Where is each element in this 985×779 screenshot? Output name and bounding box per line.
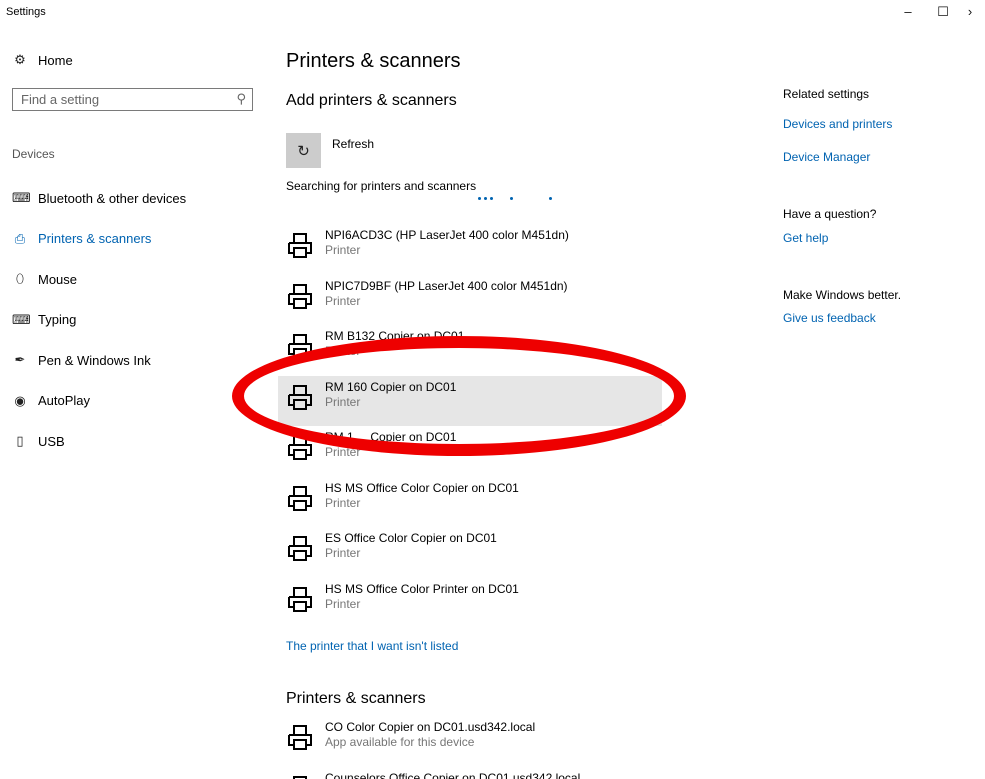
- progress-dots: [478, 197, 568, 207]
- installed-device-item[interactable]: Counselors Office Copier on DC01.usd342.…: [286, 767, 666, 779]
- installed-printers-heading: Printers & scanners: [286, 690, 426, 707]
- device-name: HS MS Office Color Copier on DC01: [325, 480, 519, 495]
- device-name: NPI6ACD3C (HP LaserJet 400 color M451dn): [325, 228, 569, 242]
- device-name: Counselors Office Copier on DC01.usd342.…: [325, 770, 581, 779]
- feedback-heading: Make Windows better.: [783, 288, 902, 302]
- app-title: Settings: [6, 6, 46, 18]
- progress-dot: [478, 197, 481, 200]
- devices-and-printers-link[interactable]: Devices and printers: [783, 117, 892, 131]
- close-button[interactable]: ›: [955, 4, 985, 19]
- printer-icon: [288, 536, 312, 561]
- device-type: Printer: [325, 495, 361, 510]
- device-type: Printer: [325, 293, 361, 308]
- search-placeholder: Find a setting: [21, 92, 100, 107]
- question-heading: Have a question?: [783, 207, 877, 221]
- printer-not-listed-link[interactable]: The printer that I want isn't listed: [286, 639, 458, 653]
- device-item[interactable]: RM 1__ Copier on DC01 Printer: [286, 426, 666, 477]
- sidebar-item-label: Typing: [38, 312, 77, 328]
- get-help-link[interactable]: Get help: [783, 231, 828, 245]
- printer-icon: [288, 435, 312, 460]
- gear-icon: ⚙: [14, 52, 26, 67]
- installed-device-item[interactable]: CO Color Copier on DC01.usd342.local App …: [286, 716, 666, 767]
- device-type: Printer: [325, 344, 361, 358]
- add-printers-heading: Add printers & scanners: [286, 92, 457, 109]
- sidebar-item-label: USB: [38, 433, 65, 449]
- title-bar: Settings – ☐ ›: [0, 0, 985, 30]
- device-name: CO Color Copier on DC01.usd342.local: [325, 720, 536, 734]
- sidebar-item-autoplay[interactable]: ◉ AutoPlay: [12, 381, 252, 422]
- related-settings-heading: Related settings: [783, 87, 870, 101]
- device-manager-link[interactable]: Device Manager: [783, 150, 870, 164]
- printer-icon: [288, 283, 312, 309]
- device-item[interactable]: NPI6ACD3C (HP LaserJet 400 color M451dn)…: [286, 224, 666, 275]
- sidebar-item-pen[interactable]: ✒ Pen & Windows Ink: [12, 340, 252, 381]
- discovered-device-list: NPI6ACD3C (HP LaserJet 400 color M451dn)…: [278, 224, 666, 629]
- device-item-selected[interactable]: RM 160 Copier on DC01 Printer: [278, 375, 662, 426]
- sidebar-item-usb[interactable]: ▯ USB: [12, 421, 252, 462]
- device-item[interactable]: ES Office Color Copier on DC01 Printer: [286, 527, 666, 578]
- usb-icon: ▯: [16, 433, 24, 449]
- device-type: Printer: [325, 243, 361, 257]
- progress-dot: [490, 197, 493, 200]
- device-name: HS MS Office Color Printer on DC01: [325, 581, 519, 596]
- device-type: Printer: [325, 596, 361, 611]
- refresh-icon: ↻: [297, 142, 310, 160]
- printer-icon: [288, 586, 312, 612]
- home-nav-item[interactable]: ⚙ Home: [12, 52, 73, 68]
- nav-list: ⌨ Bluetooth & other devices ⎙ Printers &…: [12, 178, 252, 462]
- sidebar-item-label: Pen & Windows Ink: [38, 352, 151, 368]
- search-icon: ⚲: [236, 91, 246, 106]
- device-item[interactable]: RM B132 Copier on DC01 Printer: [286, 325, 666, 376]
- printer-icon: [288, 334, 312, 359]
- home-label: Home: [38, 52, 73, 68]
- search-input[interactable]: Find a setting ⚲: [12, 88, 253, 111]
- printer-icon: [288, 384, 312, 410]
- printer-icon: [288, 485, 312, 511]
- printer-icon: ⎙: [14, 230, 26, 246]
- device-type: App available for this device: [325, 735, 475, 749]
- mouse-icon: ⬯: [15, 271, 25, 287]
- device-item[interactable]: NPIC7D9BF (HP LaserJet 400 color M451dn)…: [286, 275, 666, 326]
- printer-icon: [293, 775, 307, 779]
- device-name: RM 1__ Copier on DC01: [325, 430, 457, 444]
- keyboard-icon: ⌨: [12, 311, 31, 327]
- progress-dot: [510, 197, 513, 200]
- sidebar-item-printers[interactable]: ⎙ Printers & scanners: [12, 219, 252, 260]
- device-type: Printer: [325, 394, 361, 409]
- refresh-button[interactable]: ↻: [286, 133, 321, 168]
- printer-icon: [288, 725, 312, 750]
- sidebar-item-label: Bluetooth & other devices: [38, 190, 187, 206]
- autoplay-icon: ◉: [14, 392, 26, 408]
- device-type: Printer: [325, 546, 361, 560]
- minimize-button[interactable]: –: [893, 4, 923, 19]
- device-item[interactable]: HS MS Office Color Printer on DC01 Printe…: [286, 578, 666, 629]
- sidebar-item-label: Mouse: [38, 271, 78, 287]
- sidebar-item-typing[interactable]: ⌨ Typing: [12, 300, 252, 341]
- device-name: NPIC7D9BF (HP LaserJet 400 color M451dn): [325, 278, 568, 293]
- progress-dot: [484, 197, 487, 200]
- installed-device-list: CO Color Copier on DC01.usd342.local App …: [286, 716, 666, 779]
- device-name: ES Office Color Copier on DC01: [325, 531, 497, 545]
- printer-icon: [288, 233, 312, 258]
- device-type: Printer: [325, 445, 361, 459]
- device-name: RM 160 Copier on DC01: [325, 379, 457, 394]
- device-name: RM B132 Copier on DC01: [325, 329, 465, 343]
- page-title: Printers & scanners: [286, 50, 461, 72]
- sidebar-item-label: AutoPlay: [38, 393, 91, 409]
- progress-dot: [549, 197, 552, 200]
- refresh-label: Refresh: [332, 137, 375, 151]
- searching-status: Searching for printers and scanners: [286, 179, 477, 193]
- pen-icon: ✒: [14, 352, 26, 368]
- device-item[interactable]: HS MS Office Color Copier on DC01 Printer: [286, 477, 666, 528]
- sidebar-item-mouse[interactable]: ⬯ Mouse: [12, 259, 252, 300]
- give-feedback-link[interactable]: Give us feedback: [783, 311, 876, 325]
- sidebar-item-label: Printers & scanners: [38, 231, 152, 247]
- keyboard-bluetooth-icon: ⌨: [12, 190, 31, 206]
- section-label-devices: Devices: [12, 147, 55, 161]
- maximize-button[interactable]: ☐: [928, 4, 958, 20]
- sidebar-item-bluetooth[interactable]: ⌨ Bluetooth & other devices: [12, 178, 252, 219]
